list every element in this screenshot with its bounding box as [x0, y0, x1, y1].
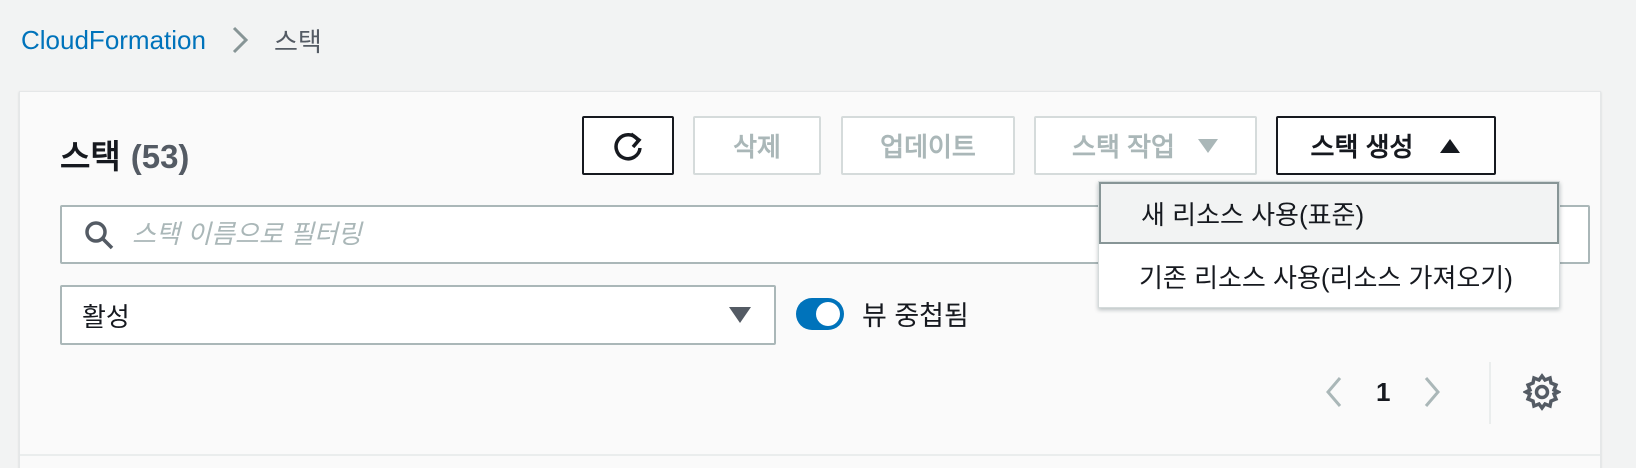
update-button[interactable]: 업데이트: [841, 116, 1015, 175]
nested-view-toggle[interactable]: 뷰 중첩됨: [796, 294, 969, 333]
search-input[interactable]: [132, 219, 1032, 250]
chevron-right-icon[interactable]: [1412, 372, 1452, 412]
delete-button[interactable]: 삭제: [693, 116, 821, 175]
stack-count: (53): [130, 138, 190, 175]
toggle-switch[interactable]: [796, 297, 844, 330]
breadcrumb: CloudFormation 스택: [21, 22, 322, 58]
chevron-left-icon[interactable]: [1314, 372, 1354, 412]
stack-actions-button[interactable]: 스택 작업: [1034, 116, 1257, 175]
chevron-right-icon: [220, 22, 260, 58]
caret-up-icon: [1440, 138, 1461, 153]
nested-view-label: 뷰 중첩됨: [862, 301, 969, 331]
page-number[interactable]: 1: [1376, 377, 1390, 408]
panel-title-text: 스택: [60, 138, 121, 175]
menu-item-with-existing-resources[interactable]: 기존 리소스 사용(리소스 가져오기): [1099, 245, 1559, 307]
refresh-button[interactable]: [582, 116, 674, 175]
pagination: 1: [1314, 360, 1452, 424]
gear-icon[interactable]: [1523, 373, 1561, 411]
search-icon: [85, 220, 114, 249]
menu-item-with-new-resources[interactable]: 새 리소스 사용(표준): [1099, 182, 1559, 244]
create-stack-menu: 새 리소스 사용(표준) 기존 리소스 사용(리소스 가져오기): [1098, 181, 1560, 308]
divider: [1489, 362, 1491, 424]
create-stack-label: 스택 생성: [1310, 132, 1414, 162]
caret-down-icon: [729, 307, 751, 323]
breadcrumb-link-cloudformation[interactable]: CloudFormation: [21, 25, 206, 56]
divider: [20, 454, 1600, 456]
page-title: 스택 (53): [60, 130, 189, 178]
stack-actions-label: 스택 작업: [1072, 132, 1175, 162]
create-stack-button[interactable]: 스택 생성: [1276, 116, 1496, 175]
breadcrumb-current: 스택: [273, 26, 322, 57]
status-filter-select[interactable]: 활성: [60, 285, 776, 345]
refresh-icon: [614, 132, 642, 160]
caret-down-icon: [1197, 138, 1218, 153]
status-filter-value: 활성: [82, 301, 130, 332]
